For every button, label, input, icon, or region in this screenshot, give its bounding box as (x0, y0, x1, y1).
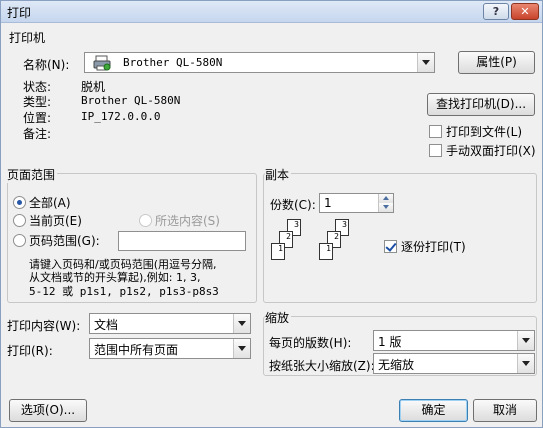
print-what-label: 打印内容(W): (7, 319, 81, 333)
page-range-title: 页面范围 (7, 166, 58, 183)
window-title: 打印 (7, 6, 32, 20)
location-label: 位置: (23, 111, 52, 125)
print-to-file-label[interactable]: 打印到文件(L) (446, 123, 522, 140)
print-dialog: 打印 ? ✕ 打印机 名称(N): Brother QL-580N 属性(P) … (0, 0, 543, 428)
comment-label: 备注: (23, 127, 52, 141)
chevron-down-icon (417, 53, 434, 72)
print-what-value: 文档 (94, 318, 119, 332)
options-button[interactable]: 选项(O)... (9, 399, 87, 422)
zoom-title: 缩放 (265, 309, 292, 326)
collate-stack-left: 3 2 1 (271, 219, 311, 269)
type-label: 类型: (23, 95, 52, 109)
print-dropdown[interactable]: 范围中所有页面 (89, 338, 251, 359)
title-bar: 打印 ? ✕ (1, 1, 542, 23)
print-to-file-checkbox[interactable] (429, 125, 442, 138)
collate-stack-right: 3 2 1 (319, 219, 359, 269)
printer-name-label: 名称(N): (23, 58, 70, 72)
manual-duplex-label[interactable]: 手动双面打印(X) (446, 142, 536, 159)
chevron-down-icon (233, 339, 250, 358)
chevron-down-icon (517, 331, 534, 350)
selection-label: 所选内容(S) (155, 214, 220, 228)
help-button[interactable]: ? (483, 3, 509, 20)
chevron-down-icon (233, 314, 250, 333)
print-label: 打印(R): (7, 344, 53, 358)
collate-checkbox[interactable] (384, 240, 397, 253)
printer-icon (93, 55, 111, 74)
cancel-button[interactable]: 取消 (473, 399, 537, 422)
find-printer-button[interactable]: 查找打印机(D)... (427, 93, 535, 116)
copies-count-label: 份数(C): (270, 198, 316, 212)
page-range-label[interactable]: 页码范围(G): (29, 232, 100, 249)
copies-spinner[interactable]: 1 (319, 193, 394, 213)
copies-title: 副本 (265, 166, 292, 183)
print-what-dropdown[interactable]: 文档 (89, 313, 251, 334)
close-button[interactable]: ✕ (511, 3, 539, 20)
printer-section-title: 打印机 (9, 29, 48, 46)
all-pages-label[interactable]: 全部(A) (29, 194, 71, 211)
spin-down-icon[interactable] (378, 203, 393, 212)
collate-label[interactable]: 逐份打印(T) (401, 238, 466, 255)
pages-per-sheet-value: 1 版 (378, 335, 402, 349)
location-value: IP_172.0.0.0 (81, 110, 161, 123)
pages-per-sheet-dropdown[interactable]: 1 版 (373, 330, 535, 351)
printer-name-value: Brother QL-580N (123, 56, 223, 69)
current-page-radio[interactable] (13, 214, 26, 227)
selection-radio[interactable] (139, 214, 152, 227)
status-value: 脱机 (81, 80, 106, 94)
stack-page: 1 (271, 243, 285, 260)
type-value: Brother QL-580N (81, 94, 181, 107)
scale-value: 无缩放 (378, 358, 415, 372)
stack-page: 1 (319, 243, 333, 260)
ok-button[interactable]: 确定 (399, 399, 468, 422)
page-range-input[interactable] (118, 231, 246, 251)
current-page-label[interactable]: 当前页(E) (29, 212, 82, 229)
page-range-hint-line3: 5-12 或 p1s1, p1s2, p1s3-p8s3 (29, 285, 219, 298)
all-pages-radio[interactable] (13, 196, 26, 209)
chevron-down-icon (517, 354, 534, 373)
manual-duplex-checkbox[interactable] (429, 144, 442, 157)
copies-count-value: 1 (324, 196, 332, 210)
scale-label: 按纸张大小缩放(Z): (269, 359, 375, 373)
page-range-radio[interactable] (13, 234, 26, 247)
spin-up-icon[interactable] (378, 194, 393, 203)
printer-name-dropdown[interactable]: Brother QL-580N (84, 52, 435, 73)
scale-dropdown[interactable]: 无缩放 (373, 353, 535, 374)
print-value: 范围中所有页面 (94, 343, 179, 357)
pages-per-sheet-label: 每页的版数(H): (269, 336, 352, 350)
properties-button[interactable]: 属性(P) (458, 51, 535, 74)
